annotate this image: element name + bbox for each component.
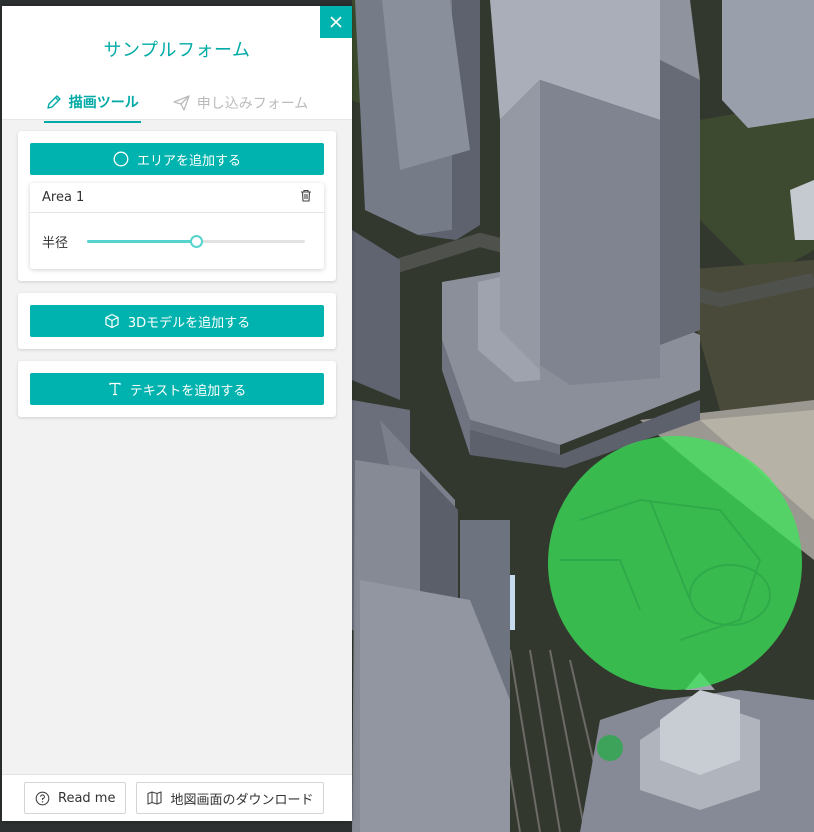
slider-fill: [87, 240, 197, 243]
close-icon: [330, 13, 342, 32]
add-area-button[interactable]: エリアを追加する: [30, 143, 324, 175]
add-area-label: エリアを追加する: [136, 153, 241, 169]
add-text-button[interactable]: テキストを追加する: [30, 373, 324, 405]
area-list-item: Area 1 半径: [30, 183, 324, 269]
delete-area-button[interactable]: [300, 189, 312, 206]
text-icon: [108, 382, 122, 396]
tab-application-form[interactable]: 申し込みフォーム: [171, 90, 311, 123]
tab-label: 申し込みフォーム: [196, 96, 309, 112]
cube-icon: [104, 313, 120, 329]
pencil-icon: [46, 94, 62, 110]
question-circle-icon: [35, 791, 50, 806]
add-text-label: テキストを追加する: [129, 383, 247, 399]
close-button[interactable]: [320, 6, 352, 38]
tab-bar: 描画ツール 申し込みフォーム: [2, 90, 352, 123]
text-section: テキストを追加する: [18, 361, 336, 417]
model-section: 3Dモデルを追加する: [18, 293, 336, 349]
panel-header: サンプルフォーム 描画ツール 申し込みフォーム: [2, 6, 352, 123]
read-me-button[interactable]: Read me: [24, 782, 127, 814]
map-icon: [147, 791, 163, 805]
add-3d-model-button[interactable]: 3Dモデルを追加する: [30, 305, 324, 337]
add-3d-model-label: 3Dモデルを追加する: [127, 315, 251, 331]
panel-footer: Read me 地図画面のダウンロード: [2, 774, 352, 821]
tab-label: 描画ツール: [68, 95, 139, 111]
tab-drawing-tools[interactable]: 描画ツール: [43, 90, 141, 123]
slider-thumb[interactable]: [190, 235, 204, 248]
area-name: Area 1: [42, 190, 85, 205]
download-map-label: 地図画面のダウンロード: [170, 792, 314, 808]
area-item-body: 半径: [30, 213, 324, 269]
radius-label: 半径: [42, 235, 69, 251]
panel-body: エリアを追加する Area 1 半径 3Dモデルを追加する テキストを追加する: [2, 120, 352, 774]
panel-title: サンプルフォーム: [103, 40, 251, 61]
circle-icon: [113, 151, 129, 167]
area-section: エリアを追加する Area 1 半径: [18, 131, 336, 281]
trash-icon: [300, 189, 312, 206]
download-map-button[interactable]: 地図画面のダウンロード: [136, 782, 325, 814]
read-me-label: Read me: [58, 790, 116, 806]
paper-plane-icon: [173, 95, 190, 111]
radius-slider[interactable]: [87, 234, 306, 248]
area-item-header: Area 1: [30, 183, 324, 213]
side-panel: サンプルフォーム 描画ツール 申し込みフォーム エリアを追加する Area 1 …: [2, 6, 352, 821]
